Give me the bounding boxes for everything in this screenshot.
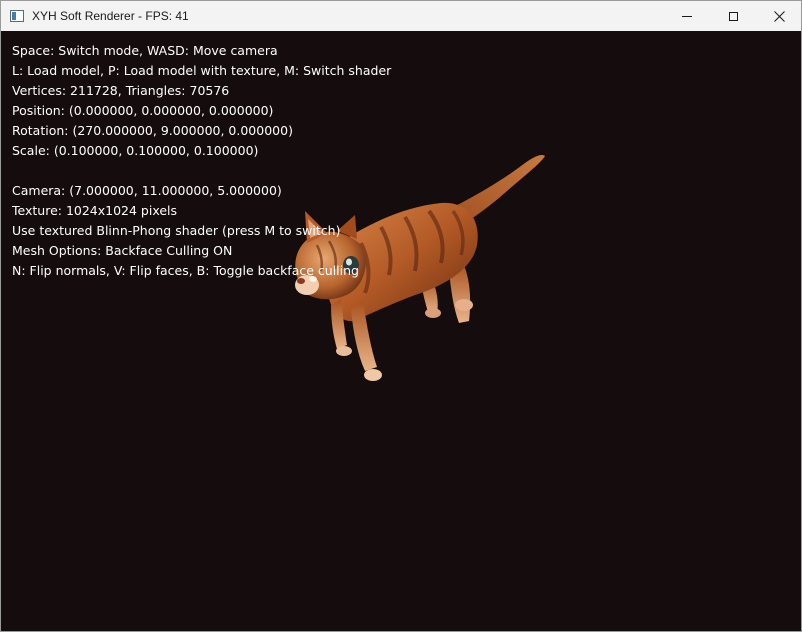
texture-line: Texture: 1024x1024 pixels xyxy=(12,203,178,218)
minimize-button[interactable] xyxy=(664,1,710,31)
position-line: Position: (0.000000, 0.000000, 0.000000) xyxy=(12,103,274,118)
mesh-stats-line: Vertices: 211728, Triangles: 70576 xyxy=(12,83,230,98)
maximize-icon xyxy=(728,11,738,21)
render-viewport[interactable]: Space: Switch mode, WASD: Move camera L:… xyxy=(1,31,801,631)
app-window: XYH Soft Renderer - FPS: 41 Space: Switc… xyxy=(0,0,802,632)
help-load-line: L: Load model, P: Load model with textur… xyxy=(12,63,392,78)
camera-line: Camera: (7.000000, 11.000000, 5.000000) xyxy=(12,183,282,198)
debug-info-overlay: Space: Switch mode, WASD: Move camera L:… xyxy=(12,41,391,281)
maximize-button[interactable] xyxy=(710,1,756,31)
help-controls-line: Space: Switch mode, WASD: Move camera xyxy=(12,43,278,58)
app-window-icon xyxy=(10,10,24,22)
rotation-line: Rotation: (270.000000, 9.000000, 0.00000… xyxy=(12,123,293,138)
mesh-options-line: Mesh Options: Backface Culling ON xyxy=(12,243,233,258)
shader-line: Use textured Blinn-Phong shader (press M… xyxy=(12,223,341,238)
window-title: XYH Soft Renderer - FPS: 41 xyxy=(32,9,189,23)
scale-line: Scale: (0.100000, 0.100000, 0.100000) xyxy=(12,143,259,158)
close-button[interactable] xyxy=(756,1,801,31)
help-mesh-keys-line: N: Flip normals, V: Flip faces, B: Toggl… xyxy=(12,263,359,278)
close-icon xyxy=(773,10,785,22)
minimize-icon xyxy=(682,15,692,17)
title-bar[interactable]: XYH Soft Renderer - FPS: 41 xyxy=(1,1,801,31)
